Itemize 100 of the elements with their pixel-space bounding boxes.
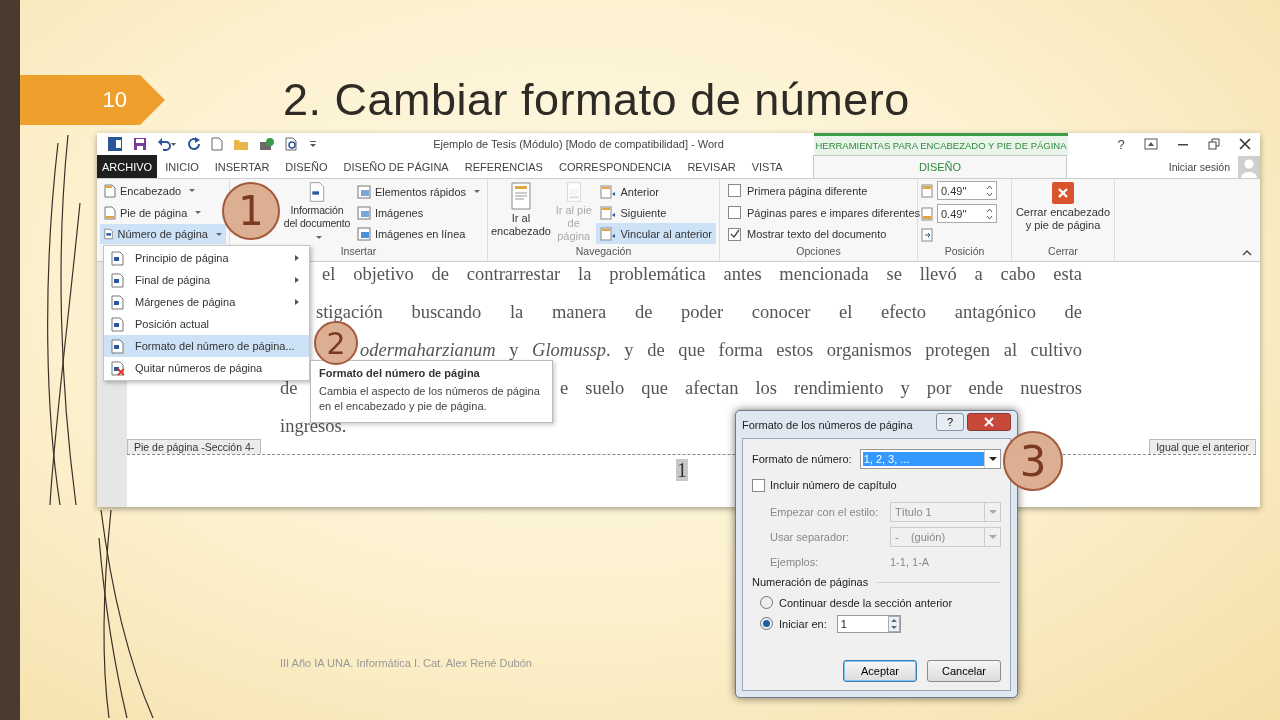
redo-icon[interactable]	[187, 137, 201, 151]
contextual-tab-header: HERRAMIENTAS PARA ENCABEZADO Y PIE DE PÁGINA	[814, 133, 1068, 155]
radio-label[interactable]: Iniciar en:	[779, 617, 827, 630]
checkbox-label[interactable]: Mostrar texto del documento	[747, 228, 887, 241]
caret-icon	[195, 211, 202, 214]
image-icon	[356, 184, 371, 199]
ribbon-tab[interactable]: VISTA	[743, 155, 791, 178]
group-label: Posición	[943, 244, 986, 259]
spin-field[interactable]: 0.49"	[937, 204, 997, 223]
ribbon-tab[interactable]: DISEÑO	[277, 155, 336, 178]
save-icon[interactable]	[133, 137, 147, 151]
caret-icon	[315, 235, 322, 239]
spin-arrows-icon[interactable]	[986, 206, 993, 221]
start-at-field[interactable]: 1	[836, 614, 901, 633]
ribbon-tab[interactable]: REFERENCIAS	[456, 155, 551, 178]
checkbox-label[interactable]: Incluir número de capítulo	[770, 479, 897, 491]
collapse-ribbon-icon[interactable]	[1242, 249, 1252, 256]
spin-arrows-icon[interactable]	[986, 183, 993, 198]
menu-item[interactable]: Principio de página	[104, 247, 309, 269]
tooltip-text: Cambia el aspecto de los números de página en el encabezado y pie de página.	[319, 384, 541, 414]
group-label: Insertar	[339, 244, 378, 259]
ribbon-tab[interactable]: CORRESPONDENCIA	[550, 155, 680, 178]
checkbox[interactable]	[752, 478, 765, 492]
radio-label[interactable]: Continuar desde la sección anterior	[779, 596, 953, 609]
document-text: odermaharzianum y Glomussp. y de que forma estos organismos protegen al cultivo	[360, 339, 1082, 362]
tooltip-title: Formato del número de página	[319, 367, 481, 379]
ribbon-button[interactable]: Vincular al anterior	[596, 223, 716, 244]
document-text: e suelo que afectan los rendimiento y por ende nuestros	[560, 377, 1082, 400]
help-button[interactable]: ?	[936, 412, 964, 431]
page-arrow-icon	[600, 226, 617, 241]
page-number-icon	[111, 360, 125, 376]
ribbon-tab[interactable]: DISEÑO DE PÁGINA	[335, 155, 457, 178]
word-logo-icon	[107, 136, 123, 152]
checkbox[interactable]	[728, 184, 741, 198]
ribbon-display-icon[interactable]	[1143, 138, 1158, 150]
field-label: Ejemplos:	[770, 556, 820, 568]
spin-arrows-icon[interactable]	[887, 615, 900, 632]
slide-title: 2. Cambiar formato de número	[283, 74, 910, 126]
group-title: Numeración de páginas	[752, 576, 869, 588]
sign-in-link[interactable]: Iniciar sesión	[1168, 160, 1230, 173]
menu-item[interactable]: Quitar números de página	[104, 357, 309, 379]
ribbon-button[interactable]: Número de página	[100, 224, 226, 244]
menu-item[interactable]: Formato del número de página...	[104, 335, 309, 357]
ribbon-button[interactable]: Anterior	[596, 181, 716, 202]
new-document-icon[interactable]	[211, 137, 223, 151]
caret-icon	[216, 232, 222, 236]
page-number-icon	[111, 294, 125, 310]
ribbon-tab[interactable]: DISEÑO	[813, 155, 1067, 178]
menu-item[interactable]: Márgenes de página	[104, 291, 309, 313]
ribbon-button[interactable]: Siguiente	[596, 202, 716, 223]
radio-button[interactable]	[760, 617, 773, 630]
footer-section-tag: Pie de página -Sección 4-	[127, 439, 262, 454]
document-text: ingresos.	[280, 415, 347, 438]
page-icon	[104, 183, 116, 198]
same-as-previous-tag: Igual que el anterior	[1149, 439, 1256, 454]
close-icon	[984, 416, 994, 427]
document-text: el objetivo de contrarrestar la problemática antes mencionada se llevó a cabo esta	[322, 263, 1082, 286]
group-label: Opciones	[795, 244, 842, 259]
ribbon-tab[interactable]: REVISAR	[679, 155, 744, 178]
close-button[interactable]	[967, 412, 1011, 431]
group-label: Cerrar	[1047, 244, 1079, 259]
checkbox-label[interactable]: Páginas pares e impares diferentes	[747, 206, 921, 219]
document-text: de	[280, 377, 298, 400]
undo-icon[interactable]	[157, 137, 177, 151]
page-arrow-icon	[600, 184, 617, 199]
dialog-button[interactable]: Cancelar	[927, 660, 1001, 682]
restore-icon[interactable]	[1207, 138, 1220, 150]
ribbon-button[interactable]: Imágenes en línea	[352, 223, 484, 244]
document-info-button[interactable]: Información del documento	[283, 181, 351, 244]
group-label: Navegación	[574, 244, 633, 259]
page-icon	[104, 227, 114, 242]
field-label: Usar separador:	[770, 531, 850, 543]
ribbon-tab[interactable]: INICIO	[157, 155, 207, 178]
field-label: Formato de número:	[752, 453, 852, 465]
menu-item[interactable]: Posición actual	[104, 313, 309, 335]
menu-item[interactable]: Final de página	[104, 269, 309, 291]
dialog-title: Formato de los números de página	[742, 418, 914, 431]
radio-button[interactable]	[760, 596, 773, 609]
checkbox-label[interactable]: Primera página diferente	[747, 184, 868, 197]
examples-value: 1-1, 1-A	[890, 556, 930, 568]
dialog-button[interactable]: Aceptar	[843, 660, 917, 682]
page-number-icon	[111, 316, 125, 332]
help-button[interactable]: ?	[1117, 136, 1125, 152]
spin-field[interactable]: 0.49"	[937, 181, 997, 200]
checkbox[interactable]	[728, 227, 741, 241]
ribbon-button[interactable]: Elementos rápidos	[352, 181, 484, 202]
field-label: Empezar con el estilo:	[770, 506, 880, 518]
close-header-footer-button[interactable]: Cerrar encabezado y pie de página	[1015, 181, 1111, 244]
image-icon	[356, 205, 371, 220]
ribbon-button[interactable]: Ir al encabezado	[491, 181, 551, 244]
close-icon[interactable]	[1238, 138, 1251, 150]
print-preview-icon[interactable]	[285, 137, 299, 151]
page-icon	[104, 205, 116, 220]
checkbox[interactable]	[728, 206, 741, 219]
ribbon-tab[interactable]: INSERTAR	[206, 155, 278, 178]
page-number-icon	[111, 272, 125, 288]
ribbon-tab[interactable]: ARCHIVO	[97, 155, 158, 178]
customize-toolbar-icon[interactable]	[309, 140, 317, 148]
page-number-icon	[111, 250, 125, 266]
ribbon-button[interactable]: Imágenes	[352, 202, 484, 223]
